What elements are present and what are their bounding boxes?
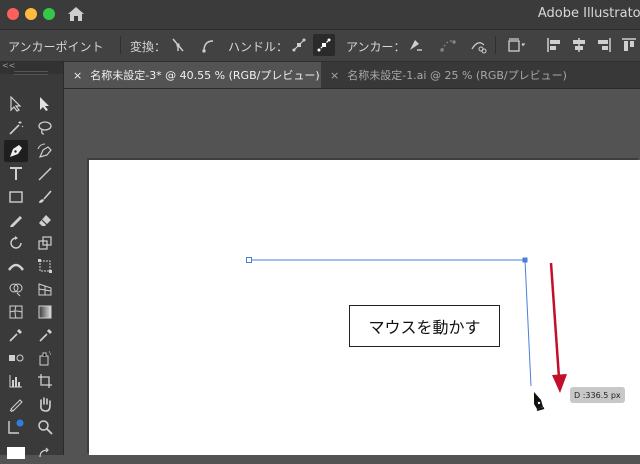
anchor-point-corner[interactable] (522, 257, 528, 263)
direction-arrow (549, 262, 561, 379)
distance-tooltip: D :336.5 px (570, 387, 625, 403)
anchor-point-start[interactable] (246, 257, 252, 263)
arrow-head (552, 374, 567, 393)
instruction-callout: マウスを動かす (349, 305, 500, 347)
canvas-overlay (246, 257, 567, 411)
pen-cursor-icon (534, 392, 545, 411)
